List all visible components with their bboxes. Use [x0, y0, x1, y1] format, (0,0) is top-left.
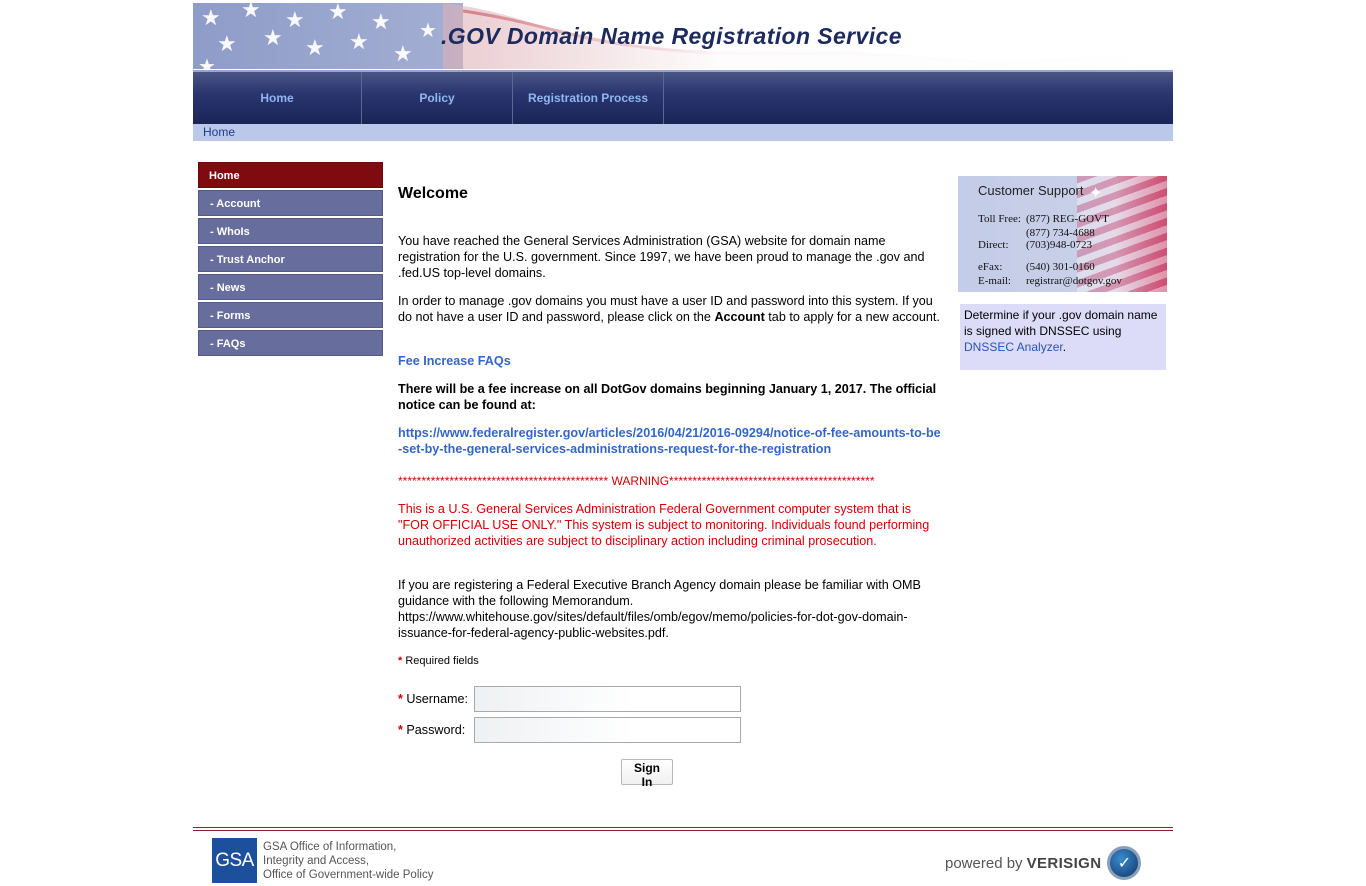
password-input[interactable]	[474, 717, 741, 743]
manage-text-post: tab to apply for a new account.	[764, 310, 940, 324]
password-label-text: Password:	[406, 723, 466, 737]
intro-paragraph: You have reached the General Services Ad…	[398, 234, 925, 280]
page-title: Welcome	[398, 185, 468, 202]
toll-free-number-2: (877) 734-4688	[1026, 227, 1095, 239]
direct-label: Direct:	[978, 239, 1009, 251]
sidebar-item-home[interactable]: Home	[198, 162, 383, 188]
direct-row: Direct: (703)948-0723	[978, 239, 1092, 251]
efax-row: eFax: (540) 301-0160	[978, 261, 1095, 273]
toll-free-row: Toll Free: (877) REG-GOVT	[978, 213, 1109, 225]
gsa-line-2: Integrity and Access,	[263, 855, 370, 867]
fee-increase-faqs-link[interactable]: Fee Increase FAQs	[398, 353, 943, 369]
site-banner: ★ ★ ★ ★ ★ ★ ★ ★ ★ ★ ★ ★ .GOV Domain Name…	[193, 3, 1153, 69]
manage-paragraph: In order to manage .gov domains you must…	[398, 293, 943, 325]
required-fields-note: * Required fields	[398, 653, 943, 669]
tab-registration-process[interactable]: Registration Process	[513, 72, 664, 124]
dnssec-analyzer-link[interactable]: DNSSEC Analyzer	[964, 340, 1063, 354]
toll-free-row-2: (877) 734-4688	[978, 227, 1095, 239]
email-label: E-mail:	[978, 275, 1011, 287]
footer-divider	[193, 827, 1173, 828]
top-navigation: Home Policy Registration Process	[193, 70, 1173, 124]
account-emphasis: Account	[714, 310, 765, 324]
breadcrumb: Home	[193, 124, 1173, 141]
customer-support-box: Customer Support ✦ Toll Free: (877) REG-G…	[958, 176, 1167, 292]
customer-support-title: Customer Support	[978, 183, 1084, 198]
required-asterisk: *	[398, 723, 403, 737]
footer-divider	[193, 830, 1173, 831]
star-icon: ✦	[1089, 185, 1103, 202]
sidebar-item-forms[interactable]: - Forms	[198, 302, 383, 328]
username-label-text: Username:	[406, 692, 468, 706]
sidebar-item-faqs[interactable]: - FAQs	[198, 330, 383, 356]
breadcrumb-home-link[interactable]: Home	[203, 125, 235, 139]
warning-header: ****************************************…	[398, 474, 875, 488]
password-row: * Password:	[398, 717, 741, 743]
username-input[interactable]	[474, 686, 741, 712]
sidebar-item-news[interactable]: - News	[198, 274, 383, 300]
side-navigation: Home - Account - WhoIs - Trust Anchor - …	[198, 162, 383, 358]
required-asterisk: *	[398, 692, 403, 706]
sidebar-item-account[interactable]: - Account	[198, 190, 383, 216]
email-row: E-mail: registrar@dotgov.gov	[978, 275, 1122, 287]
tab-home[interactable]: Home	[193, 72, 362, 124]
dnssec-text: Determine if your .gov domain name is si…	[964, 308, 1158, 338]
tab-policy[interactable]: Policy	[362, 72, 513, 124]
username-row: * Username:	[398, 686, 741, 712]
required-asterisk: *	[398, 655, 403, 667]
username-label: * Username:	[398, 691, 474, 707]
toll-free-label: Toll Free:	[978, 213, 1021, 225]
verisign-wordmark: VERISIGN	[1026, 854, 1102, 872]
verisign-check-icon: ✓	[1107, 846, 1142, 880]
gsa-office-text: GSA Office of Information, Integrity and…	[263, 840, 433, 882]
gsa-line-1: GSA Office of Information,	[263, 841, 397, 853]
dnssec-suffix: .	[1062, 340, 1067, 354]
support-email: registrar@dotgov.gov	[1026, 275, 1122, 287]
sign-in-button[interactable]: Sign In	[621, 759, 673, 789]
warning-body: This is a U.S. General Services Administ…	[398, 502, 930, 548]
efax-number: (540) 301-0160	[1026, 261, 1095, 273]
gsa-logo: GSA	[212, 838, 257, 883]
sidebar-item-trust-anchor[interactable]: - Trust Anchor	[198, 246, 383, 272]
required-fields-label: Required fields	[405, 655, 479, 667]
password-label: * Password:	[398, 722, 474, 738]
fee-notice: There will be a fee increase on all DotG…	[398, 382, 937, 412]
sidebar-item-whois[interactable]: - WhoIs	[198, 218, 383, 244]
toll-free-number-1: (877) REG-GOVT	[1026, 213, 1109, 225]
federal-register-link[interactable]: https://www.federalregister.gov/articles…	[398, 425, 943, 457]
direct-number: (703)948-0723	[1026, 239, 1092, 251]
efax-label: eFax:	[978, 261, 1003, 273]
site-title: .GOV Domain Name Registration Service	[441, 23, 902, 49]
gsa-line-3: Office of Government-wide Policy	[263, 869, 434, 881]
powered-by-text: powered by	[945, 854, 1023, 872]
omb-guidance: If you are registering a Federal Executi…	[398, 578, 921, 640]
dnssec-box: Determine if your .gov domain name is si…	[960, 304, 1166, 370]
powered-by-verisign: powered by VERISIGN ✓	[945, 846, 1142, 880]
